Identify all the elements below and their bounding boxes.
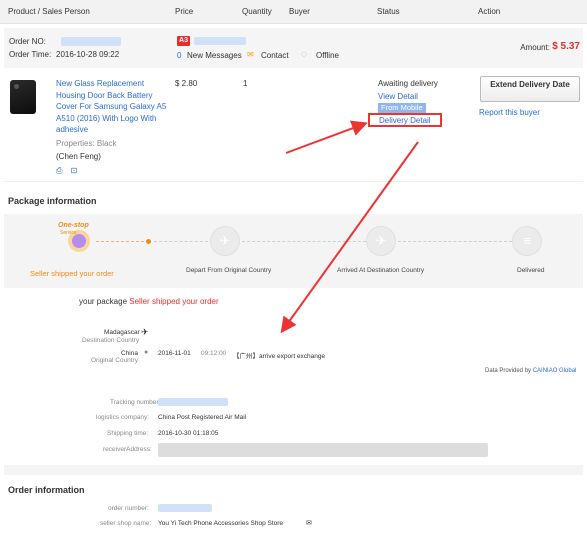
order-status: Awaiting delivery [378, 79, 438, 88]
arrive-plane-icon: ✈ [366, 226, 396, 256]
col-buyer: Buyer [289, 7, 310, 16]
buyer-name-redacted [194, 37, 246, 45]
section-divider [4, 465, 583, 475]
order-no-redacted [61, 37, 121, 46]
seller-name: (Chen Feng) [56, 152, 101, 161]
timeline-dot: ● [144, 349, 149, 356]
col-status: Status [377, 7, 400, 16]
receiver-address-redacted [158, 443, 488, 457]
delivered-icon: ≡ [512, 226, 542, 256]
tracking-progress: One-stop Service ✈ ✈ ≡ Seller shipped yo… [4, 214, 583, 288]
message-count[interactable]: 0 [177, 51, 181, 60]
event-text: 【广州】arrive export exchange [233, 353, 326, 360]
order-summary: Order NO: Order Time: 2016-10-28 09:22 A… [4, 28, 583, 68]
order-no-label: Order NO: [9, 37, 46, 46]
order-number-label: order number: [108, 505, 149, 512]
view-detail-link[interactable]: View Detail [378, 92, 418, 101]
one-stop-service-icon: One-stop Service [58, 222, 96, 258]
mail-icon: ✉ [247, 50, 254, 59]
step-arrived: Arrived At Destination Country [337, 267, 425, 274]
logistics-label: logistics company: [96, 414, 150, 421]
origin-label: Original Country [91, 357, 138, 364]
amount-value: $ 5.37 [552, 41, 580, 52]
table-header: Product / Sales Person Price Quantity Bu… [0, 0, 587, 24]
message-icon[interactable]: ✉ [306, 519, 312, 527]
progress-dot [146, 239, 151, 244]
amount-label: Amount: [520, 43, 550, 52]
col-action: Action [478, 7, 501, 16]
tracking-label: Tracking number: [110, 399, 161, 406]
package-section-title: Package information [8, 196, 97, 206]
extend-delivery-button[interactable]: Extend Delivery Date [480, 76, 580, 102]
receiver-label: receiverAddress: [103, 446, 152, 453]
package-status-prefix: your package [79, 297, 128, 306]
origin-country: China [121, 350, 138, 357]
offline-icon: ◌ [301, 49, 307, 60]
new-messages-link[interactable]: New Messages [187, 51, 242, 60]
logistics-value: China Post Registered Air Mail [158, 414, 247, 421]
step-seller-shipped: Seller shipped your order [30, 269, 114, 278]
offline-status: Offline [316, 51, 339, 60]
order-time: 2016-10-28 09:22 [56, 50, 120, 59]
step-top-label: One-stop [58, 222, 89, 229]
depart-plane-icon: ✈ [210, 226, 240, 256]
package-status-value: Seller shipped your order [129, 297, 219, 306]
product-properties: Properties: Black [56, 139, 117, 148]
product-quantity: 1 [243, 79, 248, 88]
step-depart: Depart From Original Country [186, 267, 272, 274]
contact-link[interactable]: Contact [261, 51, 289, 60]
shipping-label: Shipping time: [107, 430, 149, 437]
destination-country: Madagascar [104, 329, 140, 336]
order-number-redacted [158, 504, 212, 512]
highlight-box [368, 113, 442, 127]
shop-name-value[interactable]: You Yi Tech Phone Accessories Shop Store [158, 520, 283, 527]
event-date: 2016-11-01 [158, 350, 191, 357]
buyer-badge: A3 [177, 36, 190, 46]
destination-plane-icon: ✈ [141, 327, 149, 337]
product-row: New Glass Replacement Housing Door Back … [4, 72, 583, 182]
step-sub-label: Service [60, 230, 77, 236]
col-price: Price [175, 7, 194, 16]
product-thumbnail[interactable] [10, 80, 36, 114]
report-buyer-link[interactable]: Report this buyer [479, 108, 540, 117]
order-time-label: Order Time: [9, 50, 52, 59]
product-title-link[interactable]: New Glass Replacement Housing Door Back … [56, 78, 168, 136]
from-mobile-tag: From Mobile [378, 103, 426, 113]
shop-icon[interactable]: ⊡ [71, 166, 78, 175]
destination-label: Destination Country [82, 337, 140, 344]
snapshot-icon[interactable]: ⎙ [56, 166, 62, 175]
provider-name: CAINIAO Global [532, 368, 577, 374]
step-delivered: Delivered [517, 267, 545, 274]
product-price: $ 2.80 [175, 79, 198, 88]
event-time: 09:12:00 [201, 350, 227, 357]
col-quantity: Quantity [242, 7, 272, 16]
col-product: Product / Sales Person [8, 7, 90, 16]
shop-name-label: seller shop name: [100, 520, 152, 527]
order-info-title: Order information [8, 485, 85, 495]
tracking-number-redacted [158, 398, 228, 406]
shipping-value: 2016-10-30 01:18:05 [158, 430, 219, 437]
provider-label: Data Provided by [485, 368, 532, 374]
